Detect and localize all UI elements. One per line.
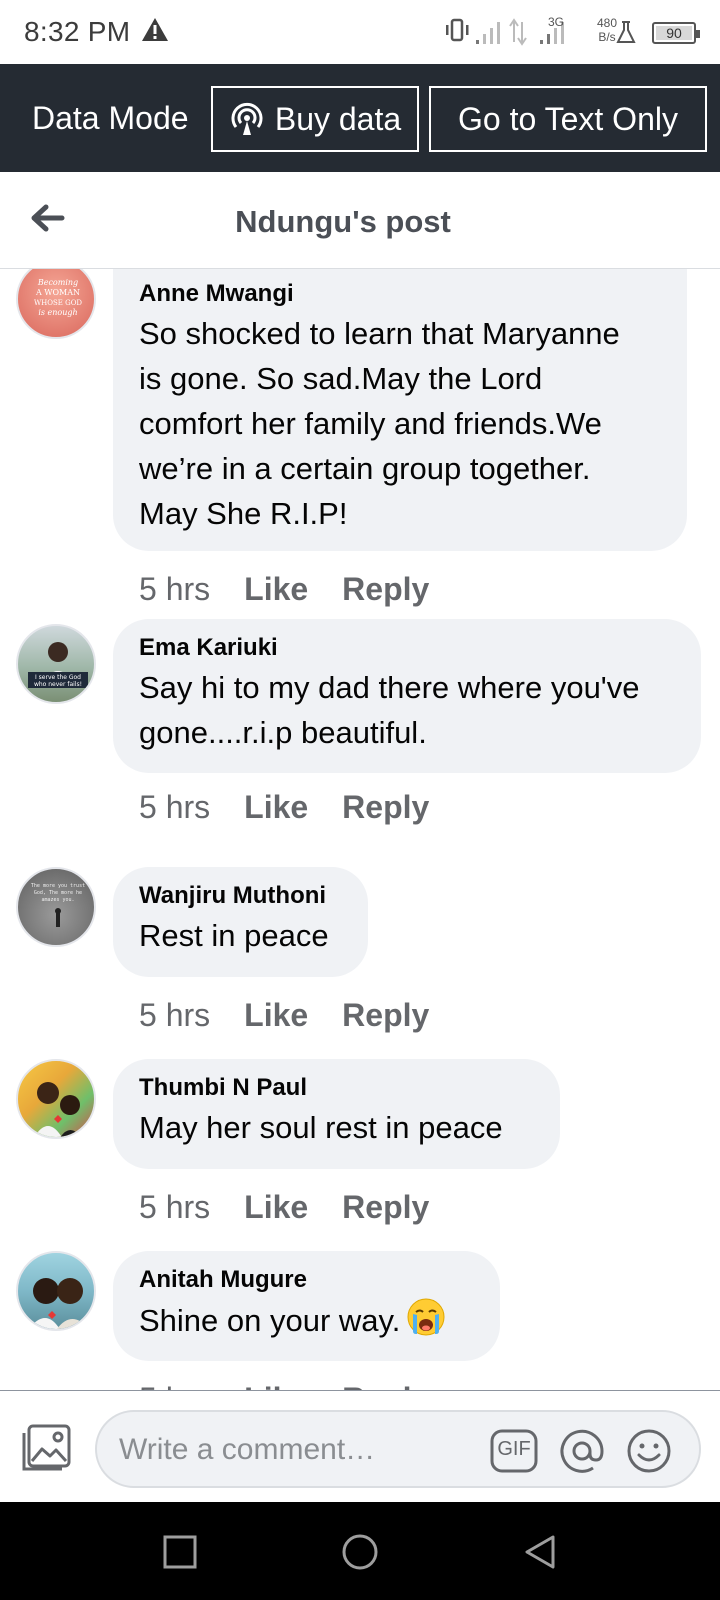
data-mode-label: Data Mode xyxy=(32,100,189,136)
reply-button[interactable]: Reply xyxy=(342,571,429,608)
network-type: 3G xyxy=(548,15,565,29)
avatar-image: The more you trust God, The more he amaz… xyxy=(31,883,85,927)
comment-bubble[interactable]: Anne Mwangi So shocked to learn that Mar… xyxy=(113,269,687,551)
comment-author[interactable]: Anne Mwangi xyxy=(139,277,661,311)
warning-icon xyxy=(142,18,168,41)
broadcast-icon xyxy=(231,102,263,135)
svg-text:WHOSE GOD: WHOSE GOD xyxy=(34,299,82,307)
comment-actions: 5 hrs Like Reply xyxy=(139,571,463,608)
post-header: Ndungu's post xyxy=(0,172,720,269)
like-button[interactable]: Like xyxy=(244,997,308,1034)
reply-button[interactable]: Reply xyxy=(342,1189,429,1226)
comment-composer: GIF xyxy=(0,1390,720,1502)
comment-text: Say hi to my dad there where you've gone… xyxy=(139,670,640,750)
comment-time: 5 hrs xyxy=(139,997,211,1033)
reply-button[interactable]: Reply xyxy=(342,997,429,1034)
svg-text:A WOMAN: A WOMAN xyxy=(35,288,80,297)
battery-level: 90 xyxy=(666,25,682,41)
svg-text:The more you trust: The more you trust xyxy=(31,883,85,889)
page-title: Ndungu's post xyxy=(235,204,451,239)
comment-time: 5 hrs xyxy=(139,1189,211,1225)
avatar[interactable] xyxy=(16,1251,96,1331)
comment-author[interactable]: Ema Kariuki xyxy=(139,631,675,665)
comment-text: So shocked to learn that Maryanne is gon… xyxy=(139,316,620,531)
comment-author[interactable]: Thumbi N Paul xyxy=(139,1071,534,1105)
svg-text:is enough: is enough xyxy=(38,308,77,317)
text-only-button[interactable]: Go to Text Only xyxy=(429,86,707,152)
svg-text:God, The more he: God, The more he xyxy=(34,890,82,896)
comment-time: 5 hrs xyxy=(139,1381,210,1390)
avatar-image xyxy=(29,1278,89,1329)
data-mode-banner: Data Mode Buy data Go to Text Only xyxy=(0,64,720,172)
like-button[interactable]: Like xyxy=(244,1189,308,1226)
network-speed: 480 B/s xyxy=(596,16,618,44)
avatar[interactable] xyxy=(16,1059,96,1139)
avatar-image: I serve the God who never fails! xyxy=(28,642,88,688)
svg-text:Becoming: Becoming xyxy=(37,278,78,287)
comment-text: Rest in peace xyxy=(139,918,329,953)
status-bar: 8:32 PM 3G 480 B/s 90 xyxy=(0,0,720,64)
comment-author[interactable]: Anitah Mugure xyxy=(139,1263,474,1297)
svg-text:I serve the God: I serve the God xyxy=(35,674,81,681)
comment-input[interactable] xyxy=(119,1430,479,1470)
home-icon[interactable] xyxy=(340,1532,380,1572)
comment-text: Shine on your way. xyxy=(139,1297,474,1343)
gif-button[interactable]: GIF xyxy=(489,1426,539,1476)
comment-bubble[interactable]: Ema Kariuki Say hi to my dad there where… xyxy=(113,619,701,773)
gif-label: GIF xyxy=(497,1438,531,1460)
reply-button[interactable]: Reply xyxy=(342,789,429,826)
svg-text:amazes you.: amazes you. xyxy=(41,897,74,903)
comment-feed[interactable]: Becoming A WOMAN WHOSE GOD is enough Ann… xyxy=(0,269,720,1390)
comment-bubble[interactable]: Wanjiru Muthoni Rest in peace xyxy=(113,867,368,977)
comment-actions: 5 hrs Like Reply xyxy=(139,997,463,1034)
avatar-image xyxy=(34,1082,82,1137)
quote-image: Becoming A WOMAN WHOSE GOD is enough xyxy=(34,278,82,317)
like-button[interactable]: Like xyxy=(244,1381,308,1390)
system-nav-bar xyxy=(0,1502,720,1600)
emoji-icon[interactable] xyxy=(624,1426,674,1476)
avatar[interactable]: Becoming A WOMAN WHOSE GOD is enough xyxy=(16,269,96,339)
reply-button[interactable]: Reply xyxy=(342,1381,429,1390)
battery-icon: 90 xyxy=(652,22,700,44)
comment-time: 5 hrs xyxy=(139,571,211,607)
comment-actions: 5 hrs Like Reply xyxy=(139,1189,463,1226)
photo-icon[interactable] xyxy=(20,1423,72,1473)
comment-actions: 5 hrs Like Reply xyxy=(139,789,463,826)
avatar[interactable]: The more you trust God, The more he amaz… xyxy=(16,867,96,947)
like-button[interactable]: Like xyxy=(244,789,308,826)
recents-icon[interactable] xyxy=(160,1532,200,1572)
buy-data-button[interactable]: Buy data xyxy=(211,86,419,152)
crying-emoji-icon xyxy=(407,1298,445,1336)
like-button[interactable]: Like xyxy=(244,571,308,608)
buy-data-label: Buy data xyxy=(274,100,402,137)
comment-author[interactable]: Wanjiru Muthoni xyxy=(139,879,342,913)
comment-bubble[interactable]: Thumbi N Paul May her soul rest in peace xyxy=(113,1059,560,1169)
mention-icon[interactable] xyxy=(557,1426,607,1476)
comment-bubble[interactable]: Anitah Mugure Shine on your way. xyxy=(113,1251,500,1361)
status-time: 8:32 PM xyxy=(24,16,131,47)
avatar[interactable]: I serve the God who never fails! xyxy=(16,624,96,704)
comment-time: 5 hrs xyxy=(139,789,211,825)
comment-text: May her soul rest in peace xyxy=(139,1110,503,1145)
back-icon[interactable] xyxy=(520,1532,560,1572)
comment-actions: 5 hrs Like Reply xyxy=(139,1381,463,1390)
svg-text:who never fails!: who never fails! xyxy=(34,681,82,688)
comment-input-wrapper: GIF xyxy=(95,1410,701,1488)
